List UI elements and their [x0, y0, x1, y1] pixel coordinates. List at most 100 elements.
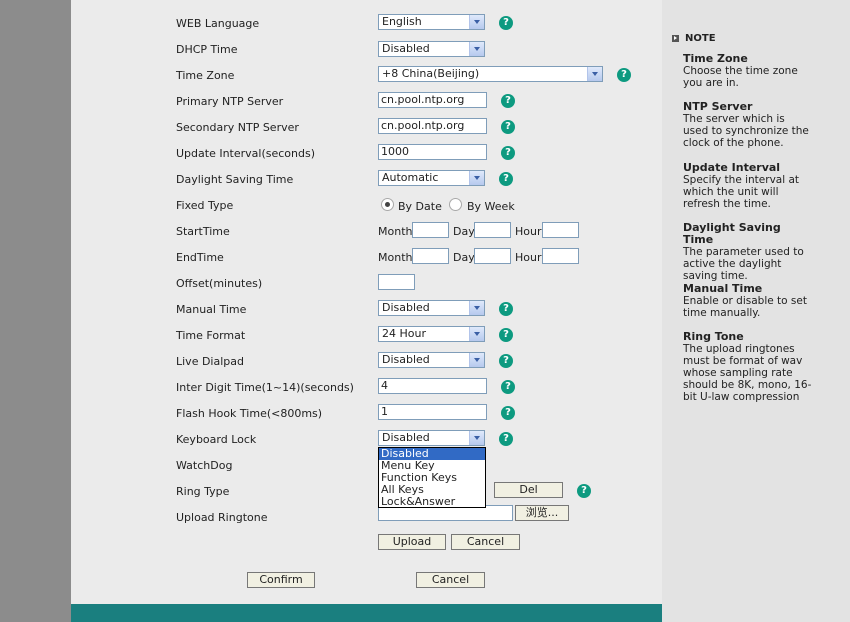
end-month-label: Month	[378, 251, 413, 264]
chevron-down-icon	[469, 15, 484, 29]
help-icon[interactable]: ?	[499, 302, 513, 316]
dhcp-time-value: Disabled	[382, 42, 430, 55]
inter-digit-input[interactable]: 4	[378, 378, 487, 394]
keyboard-lock-label: Keyboard Lock	[176, 433, 257, 446]
note-update-interval: Update Interval Specify the interval at w…	[683, 161, 813, 211]
end-day-label: Day	[453, 251, 475, 264]
start-hour-label: Hour	[515, 225, 542, 238]
keyboard-lock-select[interactable]: Disabled	[378, 430, 485, 446]
web-language-label: WEB Language	[176, 17, 260, 30]
upload-button[interactable]: Upload	[378, 534, 446, 550]
live-dialpad-value: Disabled	[382, 353, 430, 366]
footer-bar	[71, 604, 662, 622]
live-dialpad-select[interactable]: Disabled	[378, 352, 485, 368]
note-heading: Manual Time	[683, 282, 763, 295]
help-icon[interactable]: ?	[617, 68, 631, 82]
help-icon[interactable]: ?	[501, 406, 515, 420]
note-heading: NTP Server	[683, 100, 753, 113]
help-icon[interactable]: ?	[499, 432, 513, 446]
note-heading: Daylight Saving Time	[683, 221, 781, 246]
inter-digit-label: Inter Digit Time(1~14)(seconds)	[176, 381, 354, 394]
upload-cancel-button[interactable]: Cancel	[451, 534, 520, 550]
note-daylight-saving: Daylight Saving Time The parameter used t…	[683, 221, 813, 283]
start-day-label: Day	[453, 225, 475, 238]
start-month-input[interactable]	[412, 222, 449, 238]
note-time-zone: Time Zone Choose the time zone you are in…	[683, 52, 813, 90]
note-ntp-server: NTP Server The server which is used to sy…	[683, 100, 813, 150]
end-day-input[interactable]	[474, 248, 511, 264]
live-dialpad-label: Live Dialpad	[176, 355, 244, 368]
offset-label: Offset(minutes)	[176, 277, 263, 290]
start-month-label: Month	[378, 225, 413, 238]
end-time-label: EndTime	[176, 251, 224, 264]
help-icon[interactable]: ?	[499, 172, 513, 186]
note-heading: Update Interval	[683, 161, 781, 174]
time-format-select[interactable]: 24 Hour	[378, 326, 485, 342]
help-icon[interactable]: ?	[501, 146, 515, 160]
note-text: The upload ringtones must be format of w…	[683, 343, 812, 403]
daylight-saving-value: Automatic	[382, 171, 439, 184]
chevron-down-icon	[469, 301, 484, 315]
note-text: Specify the interval at which the unit w…	[683, 174, 800, 210]
manual-time-value: Disabled	[382, 301, 430, 314]
end-hour-input[interactable]	[542, 248, 579, 264]
chevron-down-icon	[469, 327, 484, 341]
start-day-input[interactable]	[474, 222, 511, 238]
by-week-radio[interactable]	[449, 198, 462, 211]
browse-button[interactable]: 浏览...	[515, 505, 569, 521]
by-date-radio[interactable]	[381, 198, 394, 211]
by-date-label: By Date	[398, 200, 442, 213]
secondary-ntp-input[interactable]: cn.pool.ntp.org	[378, 118, 487, 134]
ring-type-label: Ring Type	[176, 485, 230, 498]
offset-input[interactable]	[378, 274, 415, 290]
time-zone-value: +8 China(Beijing)	[382, 67, 480, 80]
keyboard-lock-dropdown: Disabled Menu Key Function Keys All Keys…	[378, 447, 486, 508]
update-interval-label: Update Interval(seconds)	[176, 147, 316, 160]
chevron-down-icon	[587, 67, 602, 81]
manual-time-select[interactable]: Disabled	[378, 300, 485, 316]
fixed-type-label: Fixed Type	[176, 199, 234, 212]
help-icon[interactable]: ?	[501, 94, 515, 108]
note-text: Enable or disable to set time manually.	[683, 295, 807, 319]
primary-ntp-input[interactable]: cn.pool.ntp.org	[378, 92, 487, 108]
web-language-value: English	[382, 15, 422, 28]
note-text: The parameter used to active the dayligh…	[683, 246, 804, 282]
time-format-label: Time Format	[176, 329, 246, 342]
keyboard-lock-value: Disabled	[382, 431, 430, 444]
chevron-down-icon	[469, 42, 484, 56]
help-icon[interactable]: ?	[499, 354, 513, 368]
primary-ntp-label: Primary NTP Server	[176, 95, 284, 108]
help-icon[interactable]: ?	[499, 16, 513, 30]
help-icon[interactable]: ?	[501, 120, 515, 134]
arrow-right-icon	[672, 34, 679, 42]
confirm-button[interactable]: Confirm	[247, 572, 315, 588]
end-month-input[interactable]	[412, 248, 449, 264]
note-title-text: NOTE	[685, 33, 716, 44]
chevron-down-icon	[469, 431, 484, 445]
web-language-select[interactable]: English	[378, 14, 485, 30]
help-icon[interactable]: ?	[499, 328, 513, 342]
update-interval-input[interactable]: 1000	[378, 144, 487, 160]
flash-hook-label: Flash Hook Time(<800ms)	[176, 407, 323, 420]
note-heading: Ring Tone	[683, 330, 744, 343]
daylight-saving-select[interactable]: Automatic	[378, 170, 485, 186]
note-text: Choose the time zone you are in.	[683, 65, 798, 89]
dhcp-time-select[interactable]: Disabled	[378, 41, 485, 57]
flash-hook-input[interactable]: 1	[378, 404, 487, 420]
note-text: The server which is used to synchronize …	[683, 113, 809, 149]
time-zone-select[interactable]: +8 China(Beijing)	[378, 66, 603, 82]
del-button[interactable]: Del	[494, 482, 563, 498]
start-time-label: StartTime	[176, 225, 230, 238]
chevron-down-icon	[469, 171, 484, 185]
note-manual-time: Manual Time Enable or disable to set time…	[683, 282, 813, 320]
start-hour-input[interactable]	[542, 222, 579, 238]
help-icon[interactable]: ?	[577, 484, 591, 498]
dropdown-option[interactable]: Lock&Answer	[379, 496, 485, 508]
cancel-button[interactable]: Cancel	[416, 572, 485, 588]
upload-ringtone-label: Upload Ringtone	[176, 511, 268, 524]
chevron-down-icon	[469, 353, 484, 367]
note-ring-tone: Ring Tone The upload ringtones must be fo…	[683, 330, 813, 404]
end-hour-label: Hour	[515, 251, 542, 264]
help-icon[interactable]: ?	[501, 380, 515, 394]
note-heading: Time Zone	[683, 52, 748, 65]
